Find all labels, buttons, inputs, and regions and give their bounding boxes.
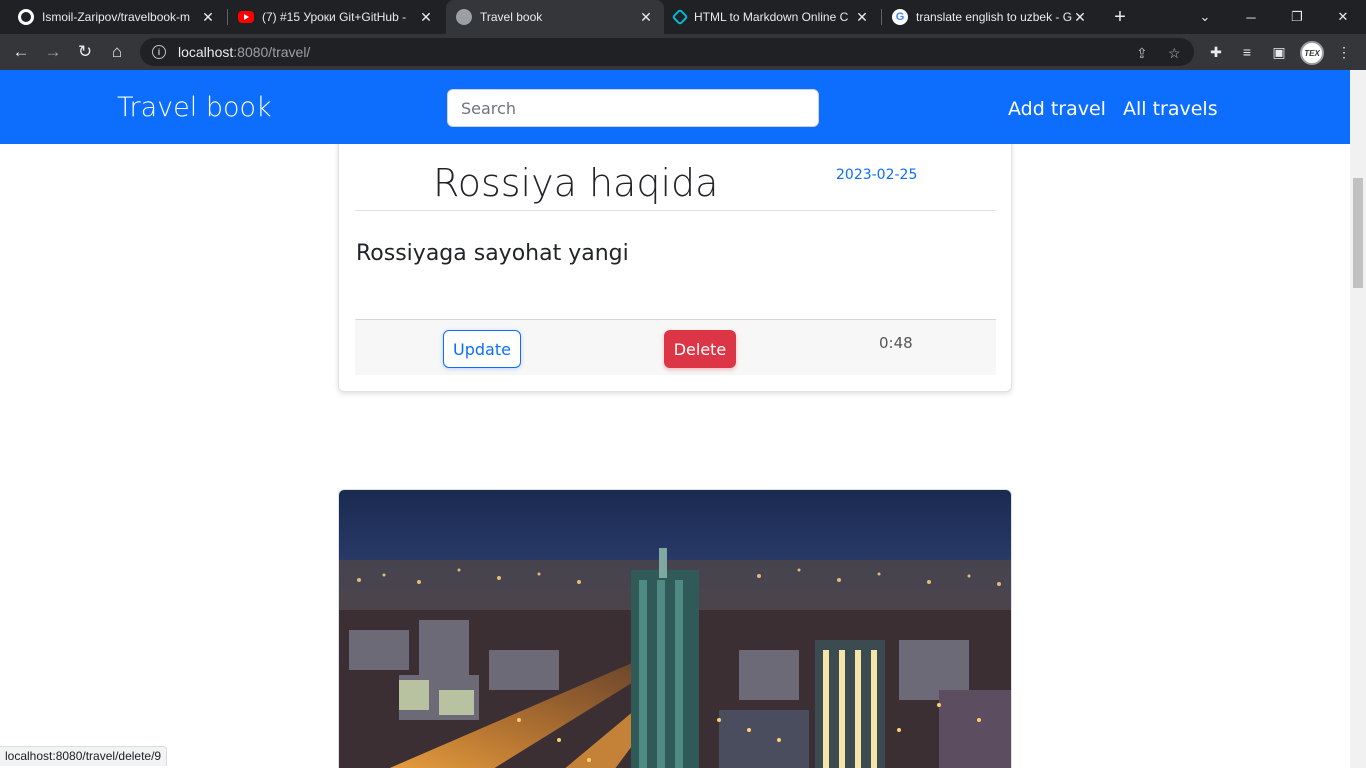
- menu-icon[interactable]: ⋮: [1331, 39, 1357, 65]
- forward-icon[interactable]: →: [40, 39, 66, 65]
- nav-all-travels[interactable]: All travels: [1123, 98, 1218, 120]
- url-path: :8080/travel/: [233, 44, 311, 60]
- city-night-image: [339, 490, 1011, 768]
- tab-title: HTML to Markdown Online C: [694, 10, 849, 24]
- share-icon[interactable]: ⇪: [1136, 45, 1148, 62]
- browser-tab-markdown[interactable]: HTML to Markdown Online C ✕: [664, 0, 880, 34]
- tab-title: Travel book: [480, 10, 543, 24]
- new-tab-button[interactable]: +: [1108, 5, 1132, 29]
- update-button[interactable]: Update: [443, 330, 521, 368]
- close-window-icon[interactable]: ✕: [1320, 0, 1366, 34]
- browser-tab-github[interactable]: Ismoil-Zaripov/travelbook-m ✕: [8, 0, 226, 34]
- close-icon[interactable]: ✕: [638, 9, 654, 26]
- markdown-icon: [671, 8, 689, 26]
- github-icon: [18, 9, 34, 25]
- travel-time: 0:48: [879, 334, 913, 352]
- browser-tab-strip: Ismoil-Zaripov/travelbook-m ✕ (7) #15 Ур…: [0, 0, 1366, 34]
- tab-title: Ismoil-Zaripov/travelbook-m: [42, 10, 191, 24]
- tab-title: (7) #15 Уроки Git+GitHub -: [262, 10, 407, 24]
- back-icon[interactable]: ←: [8, 39, 34, 65]
- address-bar[interactable]: i localhost:8080/travel/ ⇪ ☆: [140, 38, 1194, 66]
- travel-card: Rossiya haqida 2023-02-25 Rossiyaga sayo…: [338, 120, 1012, 392]
- browser-toolbar: ← → ↻ ⌂ i localhost:8080/travel/ ⇪ ☆ ✚ ≡…: [0, 34, 1366, 70]
- card-footer: Update Delete 0:48: [355, 319, 996, 375]
- search-input[interactable]: [447, 89, 819, 127]
- browser-tab-travel-book[interactable]: Travel book ✕: [446, 0, 664, 34]
- page-viewport: Rossiya haqida 2023-02-25 Rossiyaga sayo…: [0, 70, 1350, 768]
- brand-link[interactable]: Travel book: [117, 92, 272, 123]
- close-icon[interactable]: ✕: [200, 9, 216, 26]
- travel-photo[interactable]: [338, 489, 1012, 768]
- status-url: localhost:8080/travel/delete/9: [0, 746, 168, 766]
- bookmark-star-icon[interactable]: ☆: [1168, 45, 1181, 62]
- minimize-icon[interactable]: ─: [1228, 0, 1274, 34]
- browser-tab-youtube[interactable]: (7) #15 Уроки Git+GitHub - ✕: [228, 0, 444, 34]
- browser-tab-google[interactable]: G translate english to uzbek - G ✕: [882, 0, 1098, 34]
- card-divider: [355, 210, 996, 211]
- reload-icon[interactable]: ↻: [72, 39, 98, 65]
- google-icon: G: [892, 9, 908, 25]
- tab-title: translate english to uzbek - G: [916, 10, 1072, 24]
- delete-button[interactable]: Delete: [664, 330, 736, 368]
- url-host: localhost: [178, 44, 234, 60]
- travel-title: Rossiya haqida: [433, 161, 719, 205]
- side-panel-icon[interactable]: ▣: [1266, 39, 1292, 65]
- home-icon[interactable]: ⌂: [104, 39, 130, 65]
- close-icon[interactable]: ✕: [1072, 9, 1088, 26]
- media-control-icon[interactable]: ≡: [1234, 39, 1260, 65]
- profile-avatar[interactable]: TEX: [1300, 41, 1324, 65]
- extensions-icon[interactable]: ✚: [1203, 39, 1229, 65]
- youtube-icon: [238, 11, 254, 23]
- address-url[interactable]: localhost:8080/travel/: [178, 44, 310, 60]
- restore-icon[interactable]: ❐: [1274, 0, 1320, 34]
- scrollbar-thumb[interactable]: [1353, 178, 1363, 288]
- close-icon[interactable]: ✕: [854, 9, 870, 26]
- page-scrollbar[interactable]: [1350, 70, 1366, 768]
- close-icon[interactable]: ✕: [418, 9, 434, 26]
- globe-icon: [456, 9, 472, 25]
- travel-description: Rossiyaga sayohat yangi: [356, 241, 629, 266]
- site-navbar: Travel book Add travel All travels: [0, 70, 1350, 144]
- site-info-icon[interactable]: i: [152, 45, 166, 59]
- travel-date: 2023-02-25: [836, 167, 918, 183]
- nav-add-travel[interactable]: Add travel: [1008, 98, 1106, 120]
- tab-search-icon[interactable]: ⌄: [1182, 0, 1228, 34]
